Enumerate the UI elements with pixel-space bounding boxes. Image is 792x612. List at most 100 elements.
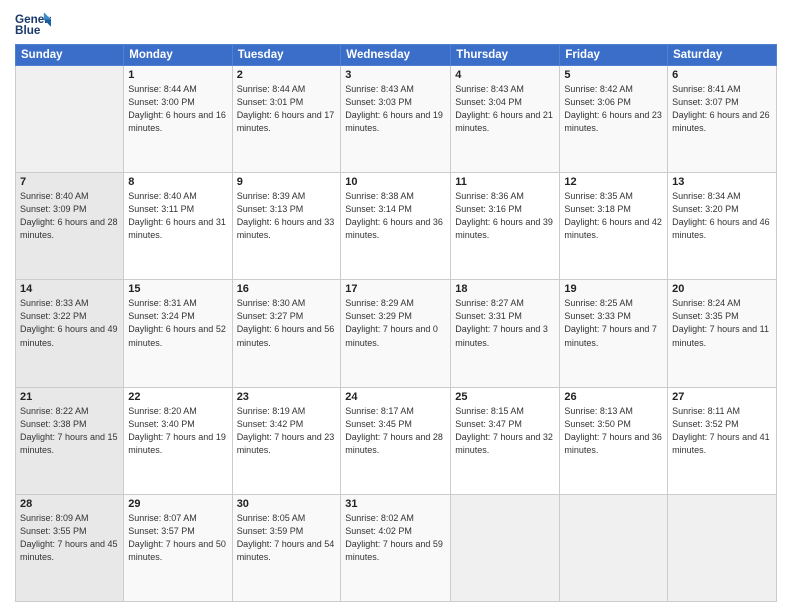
day-info: Sunrise: 8:35 AMSunset: 3:18 PMDaylight:… xyxy=(564,190,663,242)
logo: General Blue xyxy=(15,10,55,38)
logo-icon: General Blue xyxy=(15,10,51,38)
weekday-header: Thursday xyxy=(451,45,560,66)
day-number: 21 xyxy=(20,391,119,403)
day-number: 16 xyxy=(237,283,337,295)
day-number: 26 xyxy=(564,391,663,403)
calendar-cell: 20 Sunrise: 8:24 AMSunset: 3:35 PMDaylig… xyxy=(668,280,777,387)
day-number: 22 xyxy=(128,391,227,403)
day-number: 11 xyxy=(455,176,555,188)
day-info: Sunrise: 8:25 AMSunset: 3:33 PMDaylight:… xyxy=(564,297,663,349)
day-info: Sunrise: 8:38 AMSunset: 3:14 PMDaylight:… xyxy=(345,190,446,242)
day-info: Sunrise: 8:31 AMSunset: 3:24 PMDaylight:… xyxy=(128,297,227,349)
calendar-cell: 21 Sunrise: 8:22 AMSunset: 3:38 PMDaylig… xyxy=(16,387,124,494)
calendar-cell: 11 Sunrise: 8:36 AMSunset: 3:16 PMDaylig… xyxy=(451,173,560,280)
calendar-cell: 7 Sunrise: 8:40 AMSunset: 3:09 PMDayligh… xyxy=(16,173,124,280)
day-info: Sunrise: 8:30 AMSunset: 3:27 PMDaylight:… xyxy=(237,297,337,349)
day-info: Sunrise: 8:27 AMSunset: 3:31 PMDaylight:… xyxy=(455,297,555,349)
day-info: Sunrise: 8:43 AMSunset: 3:04 PMDaylight:… xyxy=(455,83,555,135)
calendar-week-row: 28 Sunrise: 8:09 AMSunset: 3:55 PMDaylig… xyxy=(16,494,777,601)
calendar-cell: 2 Sunrise: 8:44 AMSunset: 3:01 PMDayligh… xyxy=(232,66,341,173)
day-info: Sunrise: 8:19 AMSunset: 3:42 PMDaylight:… xyxy=(237,405,337,457)
calendar-cell: 26 Sunrise: 8:13 AMSunset: 3:50 PMDaylig… xyxy=(560,387,668,494)
calendar-cell: 23 Sunrise: 8:19 AMSunset: 3:42 PMDaylig… xyxy=(232,387,341,494)
calendar-cell: 4 Sunrise: 8:43 AMSunset: 3:04 PMDayligh… xyxy=(451,66,560,173)
calendar-cell: 14 Sunrise: 8:33 AMSunset: 3:22 PMDaylig… xyxy=(16,280,124,387)
day-info: Sunrise: 8:15 AMSunset: 3:47 PMDaylight:… xyxy=(455,405,555,457)
day-number: 19 xyxy=(564,283,663,295)
day-info: Sunrise: 8:44 AMSunset: 3:00 PMDaylight:… xyxy=(128,83,227,135)
calendar-cell: 9 Sunrise: 8:39 AMSunset: 3:13 PMDayligh… xyxy=(232,173,341,280)
day-info: Sunrise: 8:44 AMSunset: 3:01 PMDaylight:… xyxy=(237,83,337,135)
day-number: 2 xyxy=(237,69,337,81)
weekday-header: Tuesday xyxy=(232,45,341,66)
calendar-cell: 17 Sunrise: 8:29 AMSunset: 3:29 PMDaylig… xyxy=(341,280,451,387)
day-number: 18 xyxy=(455,283,555,295)
day-number: 31 xyxy=(345,498,446,510)
calendar-cell: 15 Sunrise: 8:31 AMSunset: 3:24 PMDaylig… xyxy=(124,280,232,387)
calendar-cell: 12 Sunrise: 8:35 AMSunset: 3:18 PMDaylig… xyxy=(560,173,668,280)
calendar-week-row: 7 Sunrise: 8:40 AMSunset: 3:09 PMDayligh… xyxy=(16,173,777,280)
calendar-body: 1 Sunrise: 8:44 AMSunset: 3:00 PMDayligh… xyxy=(16,66,777,602)
calendar-header: SundayMondayTuesdayWednesdayThursdayFrid… xyxy=(16,45,777,66)
weekday-header: Sunday xyxy=(16,45,124,66)
calendar-cell: 30 Sunrise: 8:05 AMSunset: 3:59 PMDaylig… xyxy=(232,494,341,601)
day-info: Sunrise: 8:33 AMSunset: 3:22 PMDaylight:… xyxy=(20,297,119,349)
svg-text:Blue: Blue xyxy=(15,24,41,37)
calendar-cell: 5 Sunrise: 8:42 AMSunset: 3:06 PMDayligh… xyxy=(560,66,668,173)
day-info: Sunrise: 8:34 AMSunset: 3:20 PMDaylight:… xyxy=(672,190,772,242)
day-info: Sunrise: 8:05 AMSunset: 3:59 PMDaylight:… xyxy=(237,512,337,564)
weekday-row: SundayMondayTuesdayWednesdayThursdayFrid… xyxy=(16,45,777,66)
day-number: 17 xyxy=(345,283,446,295)
weekday-header: Saturday xyxy=(668,45,777,66)
calendar-cell: 29 Sunrise: 8:07 AMSunset: 3:57 PMDaylig… xyxy=(124,494,232,601)
day-number: 10 xyxy=(345,176,446,188)
calendar-week-row: 21 Sunrise: 8:22 AMSunset: 3:38 PMDaylig… xyxy=(16,387,777,494)
day-number: 4 xyxy=(455,69,555,81)
calendar-week-row: 1 Sunrise: 8:44 AMSunset: 3:00 PMDayligh… xyxy=(16,66,777,173)
day-info: Sunrise: 8:40 AMSunset: 3:11 PMDaylight:… xyxy=(128,190,227,242)
calendar-table: SundayMondayTuesdayWednesdayThursdayFrid… xyxy=(15,44,777,602)
calendar-cell: 19 Sunrise: 8:25 AMSunset: 3:33 PMDaylig… xyxy=(560,280,668,387)
day-info: Sunrise: 8:24 AMSunset: 3:35 PMDaylight:… xyxy=(672,297,772,349)
day-number: 28 xyxy=(20,498,119,510)
weekday-header: Wednesday xyxy=(341,45,451,66)
day-number: 9 xyxy=(237,176,337,188)
day-info: Sunrise: 8:42 AMSunset: 3:06 PMDaylight:… xyxy=(564,83,663,135)
day-info: Sunrise: 8:41 AMSunset: 3:07 PMDaylight:… xyxy=(672,83,772,135)
calendar-cell: 8 Sunrise: 8:40 AMSunset: 3:11 PMDayligh… xyxy=(124,173,232,280)
day-info: Sunrise: 8:40 AMSunset: 3:09 PMDaylight:… xyxy=(20,190,119,242)
day-number: 30 xyxy=(237,498,337,510)
day-number: 29 xyxy=(128,498,227,510)
day-info: Sunrise: 8:20 AMSunset: 3:40 PMDaylight:… xyxy=(128,405,227,457)
day-info: Sunrise: 8:29 AMSunset: 3:29 PMDaylight:… xyxy=(345,297,446,349)
day-number: 6 xyxy=(672,69,772,81)
weekday-header: Monday xyxy=(124,45,232,66)
calendar-cell: 25 Sunrise: 8:15 AMSunset: 3:47 PMDaylig… xyxy=(451,387,560,494)
day-number: 7 xyxy=(20,176,119,188)
day-number: 23 xyxy=(237,391,337,403)
day-info: Sunrise: 8:13 AMSunset: 3:50 PMDaylight:… xyxy=(564,405,663,457)
day-info: Sunrise: 8:39 AMSunset: 3:13 PMDaylight:… xyxy=(237,190,337,242)
calendar-cell xyxy=(668,494,777,601)
day-number: 13 xyxy=(672,176,772,188)
calendar-cell: 18 Sunrise: 8:27 AMSunset: 3:31 PMDaylig… xyxy=(451,280,560,387)
day-info: Sunrise: 8:22 AMSunset: 3:38 PMDaylight:… xyxy=(20,405,119,457)
day-number: 3 xyxy=(345,69,446,81)
day-info: Sunrise: 8:09 AMSunset: 3:55 PMDaylight:… xyxy=(20,512,119,564)
calendar-cell: 22 Sunrise: 8:20 AMSunset: 3:40 PMDaylig… xyxy=(124,387,232,494)
calendar-cell: 10 Sunrise: 8:38 AMSunset: 3:14 PMDaylig… xyxy=(341,173,451,280)
day-number: 5 xyxy=(564,69,663,81)
day-number: 8 xyxy=(128,176,227,188)
calendar-cell: 28 Sunrise: 8:09 AMSunset: 3:55 PMDaylig… xyxy=(16,494,124,601)
weekday-header: Friday xyxy=(560,45,668,66)
calendar-cell: 1 Sunrise: 8:44 AMSunset: 3:00 PMDayligh… xyxy=(124,66,232,173)
day-number: 25 xyxy=(455,391,555,403)
calendar-cell: 3 Sunrise: 8:43 AMSunset: 3:03 PMDayligh… xyxy=(341,66,451,173)
day-info: Sunrise: 8:07 AMSunset: 3:57 PMDaylight:… xyxy=(128,512,227,564)
header: General Blue xyxy=(15,10,777,38)
day-number: 20 xyxy=(672,283,772,295)
calendar-cell: 31 Sunrise: 8:02 AMSunset: 4:02 PMDaylig… xyxy=(341,494,451,601)
calendar-cell xyxy=(16,66,124,173)
calendar-week-row: 14 Sunrise: 8:33 AMSunset: 3:22 PMDaylig… xyxy=(16,280,777,387)
calendar-cell: 6 Sunrise: 8:41 AMSunset: 3:07 PMDayligh… xyxy=(668,66,777,173)
